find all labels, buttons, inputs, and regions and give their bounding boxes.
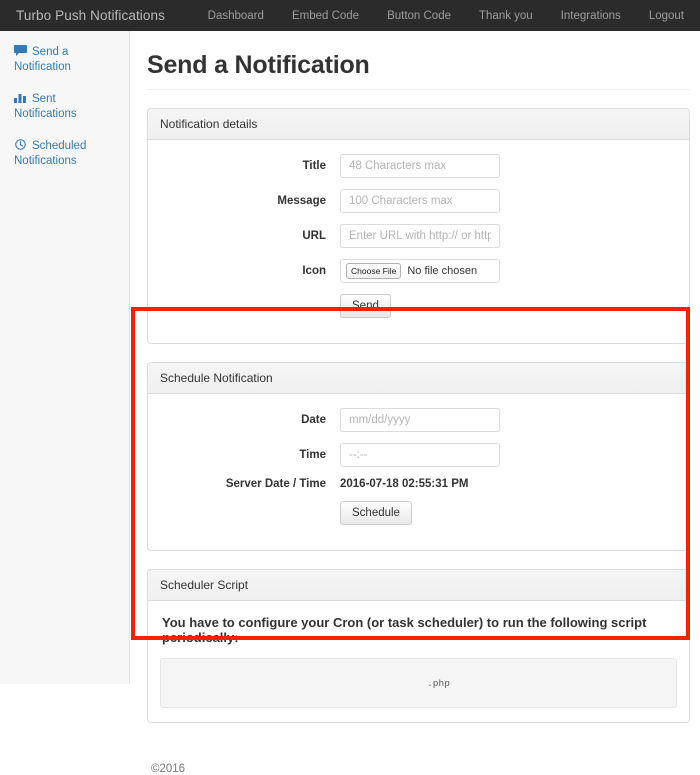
icon-file-input[interactable]: Choose File No file chosen [340, 259, 500, 283]
date-label: Date [301, 414, 326, 426]
url-label: URL [302, 230, 326, 242]
bar-chart-icon [14, 92, 27, 103]
choose-file-button[interactable]: Choose File [346, 263, 402, 279]
server-time-value: 2016-07-18 02:55:31 PM [340, 478, 469, 490]
form-row-time: Time [160, 443, 677, 467]
sidebar-item-scheduled-notifications[interactable]: Scheduled Notifications [0, 134, 129, 174]
form-row-server-time: Server Date / Time 2016-07-18 02:55:31 P… [160, 478, 677, 490]
panel-body: Date Time Server Date / Time 2016-07-18 … [148, 394, 689, 550]
url-input[interactable] [340, 224, 500, 248]
send-button[interactable]: Send [340, 294, 391, 318]
scheduler-script-lead: You have to configure your Cron (or task… [162, 615, 647, 645]
nav-link-logout[interactable]: Logout [649, 10, 684, 22]
form-row-schedule: Schedule [160, 501, 677, 525]
brand-title[interactable]: Turbo Push Notifications [16, 8, 165, 23]
title-divider [147, 89, 690, 90]
comment-icon [14, 45, 27, 56]
form-row-icon: Icon Choose File No file chosen [160, 259, 677, 283]
panel-heading: Scheduler Script [148, 570, 689, 601]
title-label: Title [302, 160, 326, 172]
top-navbar: Turbo Push Notifications Dashboard Embed… [0, 0, 700, 31]
form-row-url: URL [160, 224, 677, 248]
sidebar-item-sent-notifications[interactable]: Sent Notifications [0, 87, 129, 127]
notification-details-panel: Notification details Title Message URL I… [147, 108, 690, 344]
icon-label: Icon [302, 265, 326, 277]
message-label: Message [277, 195, 326, 207]
nav-link-integrations[interactable]: Integrations [561, 10, 621, 22]
title-input[interactable] [340, 154, 500, 178]
nav-link-dashboard[interactable]: Dashboard [208, 10, 264, 22]
message-input[interactable] [340, 189, 500, 213]
page-body: Send a Notification Sent Notifications S… [0, 31, 700, 775]
nav-link-thank-you[interactable]: Thank you [479, 10, 533, 22]
scheduler-script-box[interactable]: .php [160, 658, 677, 708]
date-input[interactable] [340, 408, 500, 432]
form-row-title: Title [160, 154, 677, 178]
panel-heading: Notification details [148, 109, 689, 140]
main-content: Send a Notification Notification details… [130, 31, 700, 775]
file-status-text: No file chosen [407, 265, 478, 277]
scheduler-script-panel: Scheduler Script You have to configure y… [147, 569, 690, 723]
schedule-button[interactable]: Schedule [340, 501, 412, 525]
panel-body: You have to configure your Cron (or task… [148, 601, 689, 722]
schedule-notification-panel: Schedule Notification Date Time Server D… [147, 362, 690, 551]
clock-icon [14, 139, 27, 150]
panel-body: Title Message URL Icon Choose File No fi… [148, 140, 689, 343]
sidebar: Send a Notification Sent Notifications S… [0, 31, 130, 684]
form-row-message: Message [160, 189, 677, 213]
footer-copyright: ©2016 [151, 763, 186, 775]
nav-link-button-code[interactable]: Button Code [387, 10, 451, 22]
nav-link-embed-code[interactable]: Embed Code [292, 10, 359, 22]
form-row-date: Date [160, 408, 677, 432]
time-label: Time [299, 449, 326, 461]
panel-heading: Schedule Notification [148, 363, 689, 394]
time-input[interactable] [340, 443, 500, 467]
server-time-label: Server Date / Time [225, 478, 326, 490]
sidebar-item-send-notification[interactable]: Send a Notification [0, 40, 129, 80]
form-row-send: Send [160, 294, 677, 318]
nav-links: Dashboard Embed Code Button Code Thank y… [208, 10, 684, 22]
page-title: Send a Notification [147, 51, 370, 79]
